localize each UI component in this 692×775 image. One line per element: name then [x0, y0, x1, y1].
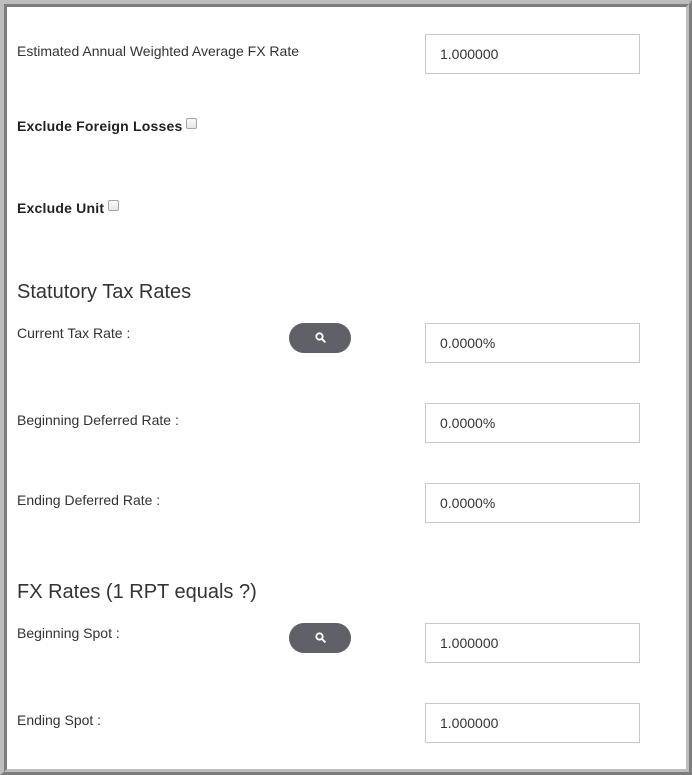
current-tax-rate-lookup-button[interactable] [289, 323, 351, 353]
current-tax-rate-label: Current Tax Rate : [17, 325, 131, 341]
beginning-spot-lookup-button[interactable] [289, 623, 351, 653]
beginning-spot-input[interactable] [425, 623, 640, 663]
search-icon [314, 631, 326, 646]
ending-spot-label: Ending Spot : [17, 712, 102, 728]
exclude-unit-checkbox[interactable] [108, 200, 120, 211]
exclude-unit-label: Exclude Unit [17, 200, 105, 216]
exclude-foreign-losses-checkbox[interactable] [186, 118, 198, 129]
ending-deferred-rate-input[interactable] [425, 483, 640, 523]
exclude-foreign-losses-row: Exclude Foreign Losses [17, 118, 198, 136]
ending-deferred-rate-label: Ending Deferred Rate : [17, 492, 161, 508]
exclude-unit-row: Exclude Unit [17, 200, 120, 218]
beginning-deferred-rate-input[interactable] [425, 403, 640, 443]
beginning-spot-label: Beginning Spot : [17, 625, 120, 641]
current-tax-rate-input[interactable] [425, 323, 640, 363]
statutory-tax-rates-heading: Statutory Tax Rates [17, 281, 192, 303]
beginning-deferred-rate-label: Beginning Deferred Rate : [17, 412, 179, 428]
fx-weighted-label: Estimated Annual Weighted Average FX Rat… [17, 43, 299, 59]
fx-rates-heading: FX Rates (1 RPT equals ?) [17, 581, 257, 603]
ending-spot-input[interactable] [425, 703, 640, 743]
fx-weighted-input[interactable] [425, 34, 640, 74]
exclude-foreign-losses-label: Exclude Foreign Losses [17, 118, 183, 134]
search-icon [314, 331, 326, 346]
